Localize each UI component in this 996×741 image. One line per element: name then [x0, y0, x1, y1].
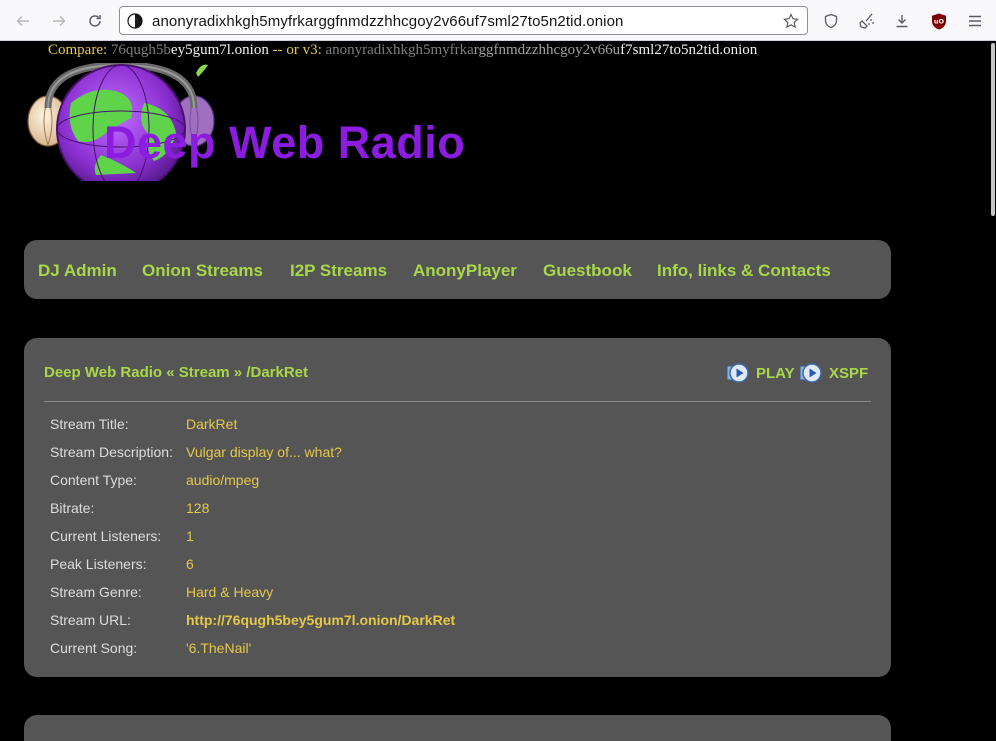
nav-dj-admin[interactable]: DJ Admin — [38, 261, 117, 281]
shield-button[interactable] — [819, 9, 843, 33]
bookmark-star-button[interactable] — [780, 10, 802, 32]
main-navigation: DJ Admin Onion Streams I2P Streams Anony… — [24, 240, 891, 299]
next-stream-panel — [24, 715, 891, 741]
hamburger-menu-icon — [969, 15, 981, 27]
field-value: 1 — [186, 528, 194, 544]
download-icon — [896, 15, 908, 28]
stream-url-link[interactable]: http://76qugh5bey5gum7l.onion/DarkRet — [186, 612, 455, 628]
xspf-label: XSPF — [829, 364, 869, 382]
v3-address-middle: rggfnmdzzhhcgoy2v66u — [473, 42, 621, 58]
scrollbar-thumb[interactable] — [991, 43, 995, 216]
field-label: Stream Description: — [50, 444, 173, 460]
field-value: DarkRet — [186, 416, 238, 432]
v2-address-start: 76qugh5b — [110, 42, 171, 58]
field-label: Stream Genre: — [50, 584, 142, 600]
app-menu-button[interactable] — [963, 9, 987, 33]
address-compare-line: Compare: 76qugh5bey5gum7l.onion -- or v3… — [48, 42, 757, 59]
ublock-button[interactable]: uO — [927, 9, 951, 33]
field-value: 6 — [186, 556, 194, 572]
field-label: Peak Listeners: — [50, 556, 147, 572]
field-label: Current Song: — [50, 640, 138, 656]
nav-i2p-streams[interactable]: I2P Streams — [290, 261, 387, 281]
breadcrumb-home[interactable]: Deep Web Radio — [44, 364, 162, 381]
shield-icon — [824, 13, 838, 29]
breadcrumb: Deep Web Radio « Stream » /DarkRet — [44, 364, 308, 381]
field-value: audio/mpeg — [186, 472, 260, 488]
forward-button[interactable] — [47, 9, 71, 33]
site-title: Deep Web Radio — [104, 117, 466, 168]
nav-info-links-contacts[interactable]: Info, links & Contacts — [657, 261, 831, 281]
panel-divider — [44, 401, 871, 402]
field-value: '6.TheNail' — [186, 640, 252, 656]
ublock-origin-icon: uO — [932, 13, 946, 29]
breadcrumb-mount[interactable]: /DarkRet — [246, 364, 308, 381]
field-label: Stream URL: — [50, 612, 131, 628]
star-icon — [783, 13, 799, 29]
new-identity-button[interactable] — [855, 9, 879, 33]
page-scrollbar[interactable] — [990, 41, 996, 741]
compare-label: Compare: — [48, 42, 108, 58]
browser-toolbar: anonyradixhkgh5myfrkarggfnmdzzhhcgoy2v66… — [0, 0, 996, 41]
reload-button[interactable] — [83, 9, 107, 33]
v3-address-highlight: f7sml27to5n2tid.onion — [620, 42, 758, 58]
field-label: Current Listeners: — [50, 528, 162, 544]
play-icon — [726, 363, 749, 383]
stream-info-panel: Deep Web Radio « Stream » /DarkRet PLAY … — [24, 338, 891, 677]
field-label: Content Type: — [50, 472, 137, 488]
field-value: Vulgar display of... what? — [186, 444, 342, 460]
breadcrumb-separator: « — [162, 364, 179, 381]
reload-icon — [89, 15, 101, 27]
compare-separator: -- or v3: — [268, 42, 326, 58]
nav-anonyplayer[interactable]: AnonyPlayer — [413, 261, 517, 281]
broom-icon — [859, 13, 874, 29]
page-content: Compare: 76qugh5bey5gum7l.onion -- or v3… — [0, 41, 990, 741]
nav-guestbook[interactable]: Guestbook — [543, 261, 632, 281]
nav-onion-streams[interactable]: Onion Streams — [142, 261, 263, 281]
v2-address-suffix: .onion — [230, 42, 269, 58]
v3-address-start: anonyradixhkgh5myfrka — [325, 42, 474, 58]
field-label: Stream Title: — [50, 416, 129, 432]
play-label: PLAY — [756, 364, 795, 382]
arrow-left-icon — [16, 15, 29, 27]
field-label: Bitrate: — [50, 500, 95, 516]
v2-address-highlight: ey5gum7l — [170, 42, 231, 58]
address-bar[interactable]: anonyradixhkgh5myfrkarggfnmdzzhhcgoy2v66… — [119, 6, 808, 35]
svg-text:uO: uO — [934, 17, 945, 25]
field-value: Hard & Heavy — [186, 584, 274, 600]
breadcrumb-separator: » — [229, 364, 247, 381]
play-button[interactable]: PLAY — [726, 362, 795, 384]
back-button[interactable] — [11, 9, 35, 33]
url-text: anonyradixhkgh5myfrkarggfnmdzzhhcgoy2v66… — [152, 13, 624, 30]
onion-site-icon — [127, 13, 143, 29]
downloads-button[interactable] — [890, 9, 914, 33]
play-icon — [799, 363, 822, 383]
xspf-button[interactable]: XSPF — [799, 362, 868, 384]
arrow-right-icon — [53, 15, 66, 27]
breadcrumb-stream[interactable]: Stream — [179, 364, 230, 381]
field-value: 128 — [186, 500, 210, 516]
